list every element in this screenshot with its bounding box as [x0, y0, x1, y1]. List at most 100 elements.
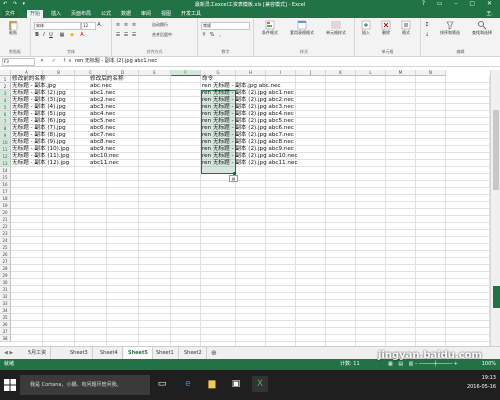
column-header[interactable]: J — [296, 70, 326, 76]
header-new-name[interactable]: 修改后的名称 — [90, 76, 124, 83]
underline-icon[interactable]: U — [48, 32, 54, 38]
cell-command[interactable]: ren 无标题 - 副本 (2).jpg abc9.nec — [202, 146, 294, 153]
italic-icon[interactable]: I — [41, 32, 47, 38]
row-header[interactable]: 35 — [0, 314, 11, 321]
cell-new-name[interactable]: abc10.nec — [90, 153, 119, 160]
formula-bar-buttons[interactable]: ✕ ✓ fx — [40, 58, 74, 64]
font-name-select[interactable]: 宋体 — [34, 22, 81, 30]
row-header[interactable]: 36 — [0, 321, 11, 328]
cell-original-name[interactable]: 无标题 - 副本 (8).jpg — [12, 132, 66, 139]
sheet-tab-sheet3[interactable]: Sheet3 — [66, 347, 93, 359]
font-color-icon[interactable]: A — [79, 32, 85, 38]
row-header[interactable]: 11 — [0, 146, 11, 153]
tab-review[interactable]: 审阅 — [138, 10, 154, 18]
cell-new-name[interactable]: abc6.nec — [90, 125, 115, 132]
row-header[interactable]: 12 — [0, 153, 11, 160]
merge-center-button[interactable]: 合并后居中 — [152, 32, 172, 38]
increase-font-icon[interactable]: A — [96, 22, 102, 28]
number-format-select[interactable]: 常规 — [201, 22, 250, 30]
cell-new-name[interactable]: abc8.nec — [90, 139, 115, 146]
row-header[interactable]: 20 — [0, 209, 11, 216]
align-bottom-icon[interactable]: ≡ — [131, 22, 137, 28]
sheet-tab-sheet1[interactable]: Sheet1 — [152, 347, 179, 359]
align-center-icon[interactable]: ☰ — [123, 32, 129, 38]
row-header[interactable]: 9 — [0, 132, 11, 139]
tab-file[interactable]: 文件 — [2, 10, 19, 18]
sort-filter-button[interactable]: 排序和筛选 — [435, 20, 465, 36]
row-header[interactable]: 8 — [0, 125, 11, 132]
cell-command[interactable]: ren 无标题 - 副本 (2).jpg abc7.nec — [202, 132, 294, 139]
header-original-name[interactable]: 修改前的名称 — [12, 76, 46, 83]
window-controls[interactable]: ? ▭ – ▢ ✕ — [422, 0, 497, 7]
cell-new-name[interactable]: abc5.nec — [90, 118, 115, 125]
cell-original-name[interactable]: 无标题 - 副本 (2).jpg — [12, 90, 66, 97]
cell-original-name[interactable]: 无标题 - 副本 (10).jpg — [12, 146, 69, 153]
row-header[interactable]: 33 — [0, 300, 11, 307]
header-command[interactable]: 命令 — [202, 76, 213, 83]
user-name[interactable]: 王. — [483, 10, 496, 18]
row-header[interactable]: 7 — [0, 118, 11, 125]
row-header[interactable]: 6 — [0, 111, 11, 118]
align-right-icon[interactable]: ☰ — [131, 32, 137, 38]
tab-home[interactable]: 开始 — [27, 10, 44, 18]
font-size-select[interactable]: 12 — [81, 22, 96, 30]
cell-original-name[interactable]: 无标题 - 副本 (5).jpg — [12, 111, 66, 118]
format-as-table-button[interactable]: 套用表格格式 — [286, 20, 318, 36]
cell-new-name[interactable]: abc1.nec — [90, 90, 115, 97]
cell-original-name[interactable]: 无标题 - 副本 (9).jpg — [12, 139, 66, 146]
currency-icon[interactable]: ¥ — [201, 32, 207, 38]
row-header[interactable]: 25 — [0, 244, 11, 251]
cell-new-name[interactable]: abc9.nec — [90, 146, 115, 153]
cell-original-name[interactable]: 无标题 - 副本 (6).jpg — [12, 118, 66, 125]
tab-formulas[interactable]: 公式 — [98, 10, 114, 18]
cell-new-name[interactable]: abc4.nec — [90, 111, 115, 118]
align-left-icon[interactable]: ☰ — [115, 32, 121, 38]
row-header[interactable]: 23 — [0, 230, 11, 237]
row-header[interactable]: 37 — [0, 328, 11, 335]
zoom-level[interactable]: 100% — [482, 359, 496, 370]
sheet-nav-arrows[interactable]: ◀ ▶ — [4, 350, 13, 356]
row-header[interactable]: 10 — [0, 139, 11, 146]
cell-new-name[interactable]: abc2.nec — [90, 97, 115, 104]
row-header[interactable]: 22 — [0, 223, 11, 230]
row-header[interactable]: 14 — [0, 167, 11, 174]
wrap-text-button[interactable]: 自动换行 — [152, 22, 168, 28]
system-tray[interactable]: 19:13 2016-05-16 — [467, 374, 496, 392]
cell-new-name[interactable]: abc11.nec — [90, 160, 119, 167]
cell-original-name[interactable]: 无标题 - 副本 (3).jpg — [12, 97, 66, 104]
tab-page-layout[interactable]: 页面布局 — [68, 10, 94, 18]
conditional-format-button[interactable]: 条件格式 — [256, 20, 284, 36]
cell-style-button[interactable]: 单元格样式 — [320, 20, 352, 36]
side-panel-widget[interactable] — [493, 286, 500, 308]
row-header[interactable]: 34 — [0, 307, 11, 314]
align-top-icon[interactable]: ≡ — [115, 22, 121, 28]
task-view-icon[interactable]: ▭ — [154, 376, 170, 392]
insert-cells-button[interactable]: 插入 — [357, 20, 375, 36]
row-header[interactable]: 16 — [0, 181, 11, 188]
row-header[interactable]: 28 — [0, 265, 11, 272]
cell-command[interactable]: ren 无标题 - 副本 (2).jpg abc10.nec — [202, 153, 297, 160]
format-cells-button[interactable]: 格式 — [397, 20, 415, 36]
column-header[interactable]: M — [386, 70, 416, 76]
cell-command[interactable]: ren 无标题 - 副本 (2).jpg abc11.nec — [202, 160, 297, 167]
cell-new-name[interactable]: abc.nec — [90, 83, 112, 90]
tab-developer[interactable]: 开发工具 — [178, 10, 204, 18]
cell-command[interactable]: ren 无标题 - 副本 (2).jpg abc6.nec — [202, 125, 294, 132]
row-header[interactable]: 18 — [0, 195, 11, 202]
row-header[interactable]: 32 — [0, 293, 11, 300]
find-select-button[interactable]: 查找和选择 — [467, 20, 497, 36]
store-icon[interactable]: ▣ — [228, 376, 244, 392]
fill-icon[interactable]: ↓ — [424, 32, 430, 38]
column-header[interactable]: N — [416, 70, 446, 76]
edge-browser-icon[interactable]: e — [180, 376, 196, 392]
border-icon[interactable]: ▦ — [59, 32, 65, 38]
sheet-tab-may-salary[interactable]: 5月工资 — [24, 347, 52, 359]
cell-original-name[interactable]: 无标题 - 副本 (4).jpg — [12, 104, 66, 111]
formula-input[interactable]: ren 无标题 - 副本 (2).jpg abc1.nec — [75, 58, 157, 65]
paste-button[interactable]: 粘贴 — [4, 20, 22, 36]
bold-icon[interactable]: B — [34, 32, 40, 38]
column-header[interactable]: I — [266, 70, 296, 76]
row-header[interactable]: 24 — [0, 237, 11, 244]
comma-icon[interactable]: , — [217, 32, 223, 38]
row-header[interactable]: 3 — [0, 90, 11, 97]
